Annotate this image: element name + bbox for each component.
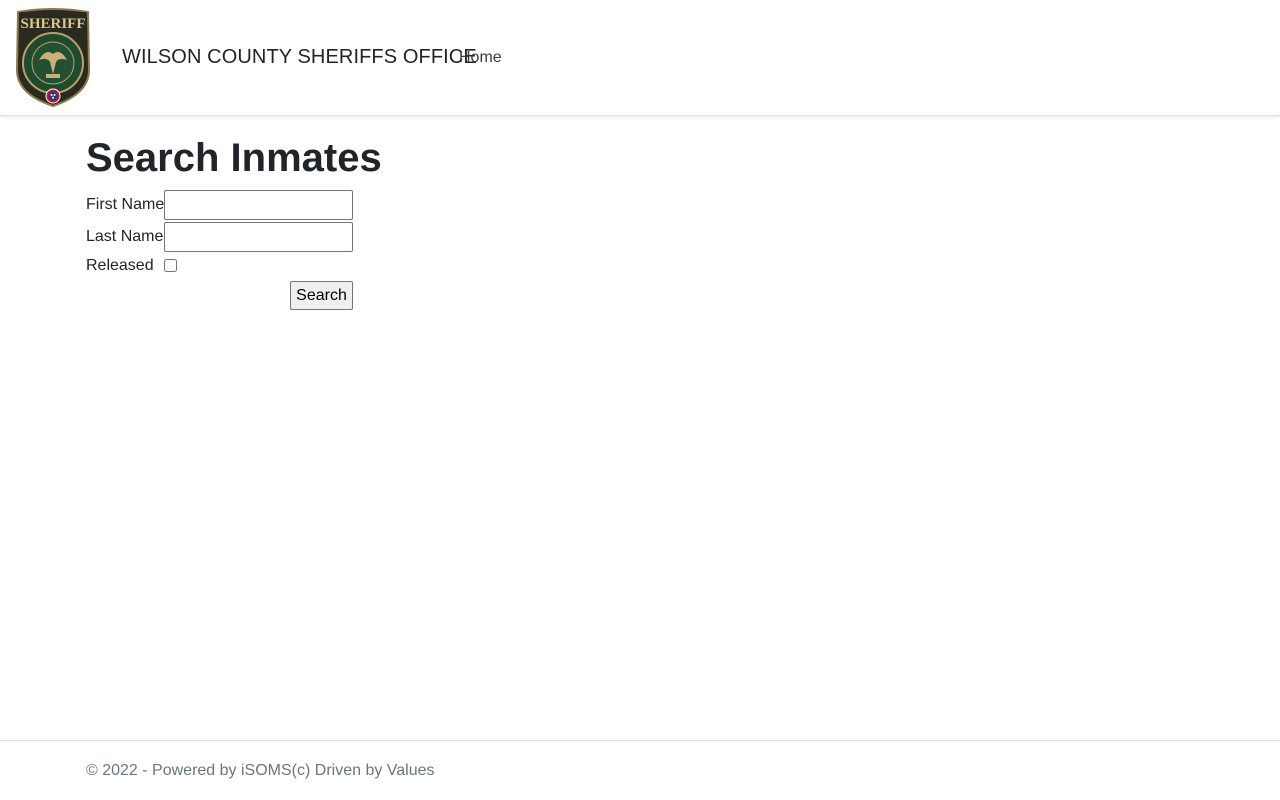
top-navbar: SHERIFF WILSON COUNTY SHERIFFS OFFICE Ho… <box>0 0 1280 116</box>
footer-copyright: © 2022 - Powered by iSOMS(c) Driven by V… <box>86 762 435 779</box>
sheriff-badge-icon[interactable]: SHERIFF <box>15 8 91 108</box>
released-label: Released <box>86 257 154 274</box>
released-checkbox[interactable] <box>164 259 177 272</box>
first-name-input[interactable] <box>164 190 353 220</box>
last-name-input[interactable] <box>164 222 353 252</box>
badge-lettering: SHERIFF <box>20 16 85 32</box>
first-name-label: First Name <box>86 196 165 213</box>
search-button[interactable]: Search <box>290 281 353 310</box>
last-name-label: Last Name <box>86 228 164 245</box>
footer-divider <box>0 740 1280 741</box>
brand-title[interactable]: WILSON COUNTY SHERIFFS OFFICE <box>122 46 477 69</box>
nav-link-home[interactable]: Home <box>459 49 502 67</box>
page-title: Search Inmates <box>86 136 382 180</box>
